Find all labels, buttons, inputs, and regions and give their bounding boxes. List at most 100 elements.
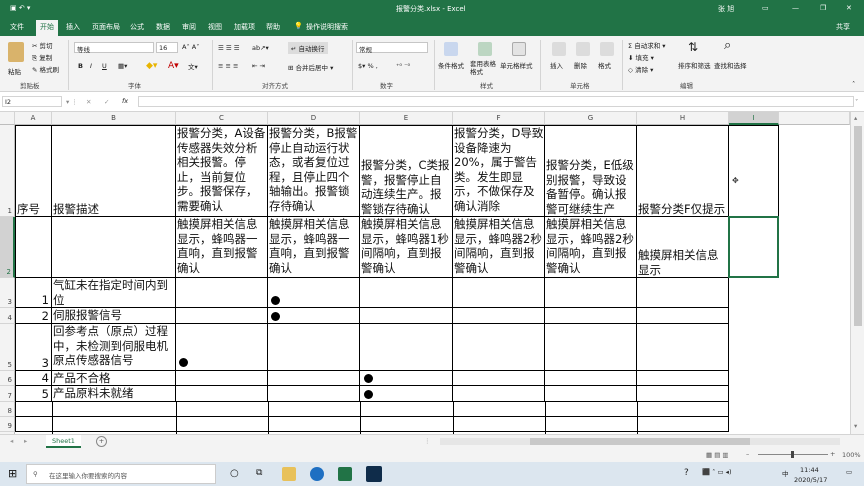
cell-f6[interactable] xyxy=(453,371,545,386)
paste-icon[interactable] xyxy=(8,42,24,62)
cell-d4[interactable] xyxy=(268,308,360,324)
name-box-dropdown-icon[interactable]: ▾ ⋮ xyxy=(66,98,78,106)
cell-d1[interactable]: 报警分类，B报警停止自动运行状态，或者复位过程，且停止四个轴输出。报警锁存待确认 xyxy=(268,125,360,217)
enter-icon[interactable]: ✓ xyxy=(104,98,109,106)
cell-g7[interactable] xyxy=(545,386,637,402)
cell-c2[interactable]: 触摸屏相关信息显示，蜂鸣器一直响，直到报警确认 xyxy=(176,217,268,278)
conditional-format-icon[interactable] xyxy=(444,42,458,56)
border-icon[interactable]: ▦▾ xyxy=(118,62,127,70)
cell-f5[interactable] xyxy=(453,324,545,371)
row-header[interactable]: 6 xyxy=(0,371,15,386)
cell-c4[interactable] xyxy=(176,308,268,324)
scroll-down-icon[interactable]: ▾ xyxy=(854,422,857,430)
tab-insert[interactable]: 插入 xyxy=(66,22,80,32)
cell-b7[interactable]: 产品原料未就绪 xyxy=(52,386,176,402)
insert-cells-button[interactable]: 插入 xyxy=(550,60,563,70)
copy-button[interactable]: ⎘ 复制 xyxy=(32,52,52,63)
insert-function-button[interactable]: fx xyxy=(122,97,128,105)
cell-b3[interactable]: 气缸未在指定时间内到位 xyxy=(52,278,176,308)
format-cells-icon[interactable] xyxy=(600,42,614,56)
font-name-select[interactable]: 等线 xyxy=(74,42,154,54)
cell-c1[interactable]: 报警分类，A设备传感器失效分析相关报警。停止，当前复位步。报警保存，需要确认 xyxy=(176,125,268,217)
sheet-nav-prev-icon[interactable]: ◂ xyxy=(10,437,13,445)
table-format-icon[interactable] xyxy=(478,42,492,56)
collapse-ribbon-icon[interactable]: ˄ xyxy=(852,80,855,88)
name-box[interactable]: I2 xyxy=(2,96,62,107)
normal-view-icon[interactable]: ▦ ▤ ▥ xyxy=(706,451,729,459)
sort-filter-icon[interactable]: ⇅ xyxy=(688,40,698,54)
cell-a5[interactable]: 3 xyxy=(15,324,52,371)
cell-h7[interactable] xyxy=(637,386,729,402)
row-9-cells[interactable] xyxy=(15,417,729,432)
column-header[interactable]: B xyxy=(52,112,176,125)
fill-button[interactable]: ⬇ 填充 ▾ xyxy=(628,52,654,62)
row-header[interactable]: 5 xyxy=(0,324,15,371)
cell-g3[interactable] xyxy=(545,278,637,308)
cell-d2[interactable]: 触摸屏相关信息显示，蜂鸣器一直响，直到报警确认 xyxy=(268,217,360,278)
autosave-icon[interactable]: ▣ ↶ ▾ xyxy=(10,4,30,12)
select-all-corner[interactable] xyxy=(0,112,15,125)
tab-home[interactable]: 开始 xyxy=(36,20,58,36)
share-button[interactable]: 共享 xyxy=(836,22,850,32)
row-header-selected[interactable]: 2 xyxy=(0,217,15,278)
cell-b4[interactable]: 伺服报警信号 xyxy=(52,308,176,324)
tab-page-layout[interactable]: 页面布局 xyxy=(92,22,120,32)
cell-i1[interactable] xyxy=(729,125,779,217)
row-header[interactable]: 7 xyxy=(0,386,15,402)
row-header[interactable]: 1 xyxy=(0,125,15,217)
task-view-icon[interactable]: ⧉ xyxy=(256,468,262,478)
cell-b1[interactable]: 报警描述 xyxy=(52,125,176,217)
formula-input[interactable] xyxy=(138,96,854,107)
conditional-format-button[interactable]: 条件格式 xyxy=(438,60,464,70)
cell-b5[interactable]: 回参考点（原点）过程中，未检测到伺服电机原点传感器信号 xyxy=(52,324,176,371)
cell-d7[interactable] xyxy=(268,386,360,402)
file-explorer-icon[interactable] xyxy=(282,467,296,481)
tab-data[interactable]: 数据 xyxy=(156,22,170,32)
cell-e2[interactable]: 触摸屏相关信息显示，蜂鸣器1秒间隔响，直到报警确认 xyxy=(360,217,453,278)
cell-h3[interactable] xyxy=(637,278,729,308)
cell-c3[interactable] xyxy=(176,278,268,308)
split-handle-icon[interactable]: ⋮ xyxy=(424,437,431,445)
merge-center-button[interactable]: ⊞ 合并后居中 ▾ xyxy=(288,62,333,72)
italic-button[interactable]: I xyxy=(90,62,92,70)
tab-help[interactable]: 帮助 xyxy=(266,22,280,32)
cell-a7[interactable]: 5 xyxy=(15,386,52,402)
row-8-cells[interactable] xyxy=(15,402,729,417)
column-header[interactable]: G xyxy=(545,112,637,125)
cell-d3[interactable] xyxy=(268,278,360,308)
input-language[interactable]: 中 xyxy=(782,468,789,478)
tab-formulas[interactable]: 公式 xyxy=(130,22,144,32)
cell-c5[interactable] xyxy=(176,324,268,371)
cell-e7[interactable] xyxy=(360,386,453,402)
notification-icon[interactable]: ▭ xyxy=(846,468,852,476)
zoom-level[interactable]: 100% xyxy=(842,451,861,459)
excel-taskbar-icon[interactable] xyxy=(338,467,352,481)
zoom-slider[interactable] xyxy=(758,451,828,458)
cell-e6[interactable] xyxy=(360,371,453,386)
edge-icon[interactable] xyxy=(310,467,324,481)
tray-icons[interactable]: ⬛ ˄ ▭ ◂) xyxy=(702,468,731,476)
cell-g5[interactable] xyxy=(545,324,637,371)
cell-a4[interactable]: 2 xyxy=(15,308,52,324)
cell-h1[interactable]: 报警分类F仅提示 xyxy=(637,125,729,217)
taskbar-search-box[interactable]: ⚲ 在这里输入你要搜索的内容 xyxy=(26,464,216,484)
sheet-nav-next-icon[interactable]: ▸ xyxy=(24,437,27,445)
worksheet-grid[interactable]: A B C D E F G H I 1 2 3 4 5 6 7 8 9 10 序… xyxy=(0,112,850,434)
clock-time[interactable]: 11:44 xyxy=(800,466,819,474)
indent-icon[interactable]: ⇤ ⇥ xyxy=(252,62,265,70)
tab-file[interactable]: 文件 xyxy=(10,22,24,32)
find-select-button[interactable]: 查找和选择 xyxy=(714,60,747,70)
align-top-icon[interactable]: ☰ ☰ ☰ xyxy=(218,44,240,52)
help-icon[interactable]: ? xyxy=(684,468,689,478)
ribbon-display-icon[interactable]: ▭ xyxy=(762,4,769,12)
font-size-select[interactable]: 16 xyxy=(156,42,178,53)
cell-a3[interactable]: 1 xyxy=(15,278,52,308)
column-header[interactable]: C xyxy=(176,112,268,125)
sort-filter-button[interactable]: 排序和筛选 xyxy=(678,60,711,70)
row-header[interactable]: 4 xyxy=(0,308,15,324)
paste-button[interactable]: 粘贴 xyxy=(8,66,21,76)
cell-e5[interactable] xyxy=(360,324,453,371)
tab-review[interactable]: 审阅 xyxy=(182,22,196,32)
cell-g6[interactable] xyxy=(545,371,637,386)
clock-date[interactable]: 2020/5/17 xyxy=(794,476,827,484)
